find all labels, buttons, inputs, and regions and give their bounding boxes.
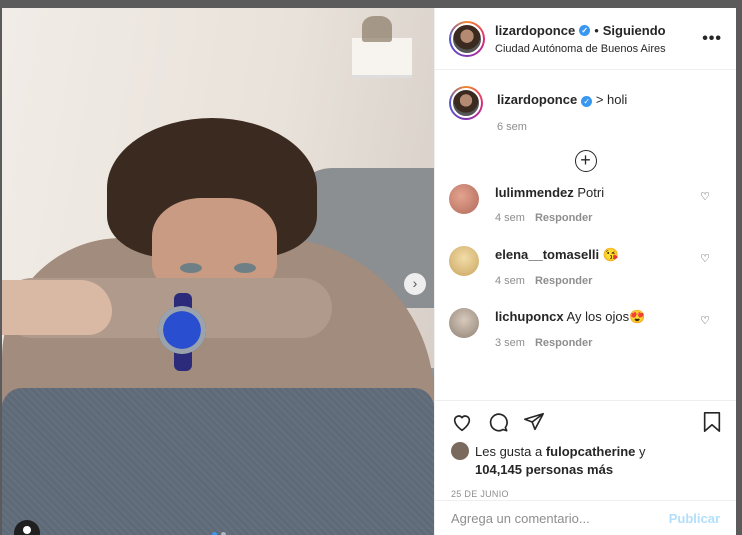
comment-meta: 4 sem Responder <box>495 275 619 287</box>
load-more-comments-button[interactable]: + <box>574 150 597 172</box>
comment-username[interactable]: lichuponcx <box>495 309 564 324</box>
add-comment-bar: Publicar <box>435 500 736 535</box>
likes-count[interactable]: 104,145 <box>475 462 522 477</box>
action-icons <box>451 411 720 433</box>
reply-button[interactable]: Responder <box>535 275 592 287</box>
likes-count-line[interactable]: 104,145 personas más <box>451 462 720 477</box>
comment-item: lichuponcx Ay los ojos😍 3 sem Responder ♡ <box>449 308 722 370</box>
comment-time[interactable]: 4 sem <box>495 275 525 287</box>
author-username-text[interactable]: lizardoponce <box>495 23 575 38</box>
commenter-avatar[interactable] <box>449 308 479 338</box>
add-comment-input[interactable] <box>451 511 651 526</box>
photo-hand <box>2 280 112 335</box>
reply-button[interactable]: Responder <box>535 337 592 349</box>
caption-body: lizardoponce ✓ > holi 6 sem <box>497 86 627 133</box>
comments-section[interactable]: lizardoponce ✓ > holi 6 sem + lulimmendez… <box>435 70 736 400</box>
like-comment-heart-icon[interactable]: ♡ <box>700 252 710 265</box>
comment-meta: 3 sem Responder <box>495 337 645 349</box>
comment-username[interactable]: elena__tomaselli <box>495 247 599 262</box>
likes-and: y <box>639 443 646 459</box>
author-username[interactable]: lizardoponce ✓ <box>495 23 591 38</box>
comment-line: lichuponcx Ay los ojos😍 <box>495 309 645 325</box>
comment-time[interactable]: 3 sem <box>495 337 525 349</box>
reply-button[interactable]: Responder <box>535 212 592 224</box>
like-comment-heart-icon[interactable]: ♡ <box>700 190 710 203</box>
photo-plant <box>362 16 392 42</box>
comment-time[interactable]: 4 sem <box>495 212 525 224</box>
comment-item: lulimmendez Potri 4 sem Responder ♡ <box>449 184 722 246</box>
caption-time[interactable]: 6 sem <box>497 121 627 133</box>
commenter-avatar[interactable] <box>449 246 479 276</box>
like-comment-heart-icon[interactable]: ♡ <box>700 314 710 327</box>
comment-text: Potri <box>577 185 605 200</box>
bookmark-icon[interactable] <box>702 411 722 433</box>
post-side-panel: lizardoponce ✓ • Siguiendo Ciudad Autónoma … <box>434 8 736 535</box>
chevron-right-icon: › <box>412 275 418 291</box>
separator-dot: • <box>594 23 599 38</box>
likes-summary: Les gusta a fulopcatherine y <box>451 442 720 460</box>
comment-item: elena__tomaselli 😘 4 sem Responder ♡ <box>449 246 722 308</box>
post-comment-button[interactable]: Publicar <box>669 511 720 526</box>
post-actions: Les gusta a fulopcatherine y 104,145 per… <box>435 400 736 500</box>
photo-couch <box>2 388 434 535</box>
comment-line: elena__tomaselli 😘 <box>495 247 619 263</box>
photo-shelf <box>352 38 412 78</box>
photo-eye <box>180 263 202 273</box>
comment-body: lichuponcx Ay los ojos😍 3 sem Responder <box>495 308 645 370</box>
comment-text: Ay los ojos😍 <box>566 309 646 324</box>
likes-prefix: Les gusta a <box>475 443 543 459</box>
comment-text: 😘 <box>602 247 619 262</box>
comment-username[interactable]: lulimmendez <box>495 185 574 200</box>
photo-watch <box>158 306 206 354</box>
post-caption: lizardoponce ✓ > holi 6 sem <box>449 70 722 133</box>
comment-body: lulimmendez Potri 4 sem Responder <box>495 184 604 246</box>
following-button[interactable]: Siguiendo <box>603 23 666 38</box>
caption-avatar[interactable] <box>449 86 483 120</box>
next-image-button[interactable]: › <box>404 273 426 295</box>
author-avatar[interactable] <box>449 20 485 57</box>
comment-meta: 4 sem Responder <box>495 212 604 224</box>
liker-username[interactable]: fulopcatherine <box>546 444 636 459</box>
comment-line: lulimmendez Potri <box>495 185 604 200</box>
caption-avatar-image <box>451 88 481 118</box>
more-options-icon[interactable]: ••• <box>702 30 722 48</box>
share-icon[interactable] <box>523 411 545 433</box>
post-image[interactable]: › <box>2 8 434 535</box>
comment-icon[interactable] <box>487 411 509 433</box>
commenter-avatar[interactable] <box>449 184 479 214</box>
verified-badge-icon: ✓ <box>581 96 593 107</box>
header-text: lizardoponce ✓ • Siguiendo Ciudad Autónoma … <box>495 22 666 55</box>
verified-badge-icon: ✓ <box>579 25 591 36</box>
likes-suffix[interactable]: personas más <box>526 462 613 477</box>
post-date[interactable]: 25 DE JUNIO <box>451 489 720 499</box>
comment-body: elena__tomaselli 😘 4 sem Responder <box>495 246 619 308</box>
liker-avatar[interactable] <box>451 442 469 460</box>
photo-eye <box>234 263 256 273</box>
caption-text: > holi <box>595 92 628 107</box>
caption-username[interactable]: lizardoponce <box>497 92 577 107</box>
heart-icon[interactable] <box>451 411 473 433</box>
post-location[interactable]: Ciudad Autónoma de Buenos Aires <box>495 43 666 55</box>
post-header: lizardoponce ✓ • Siguiendo Ciudad Autónoma … <box>435 8 736 70</box>
author-avatar-image <box>451 22 483 55</box>
caption-line: lizardoponce ✓ > holi <box>497 86 627 107</box>
